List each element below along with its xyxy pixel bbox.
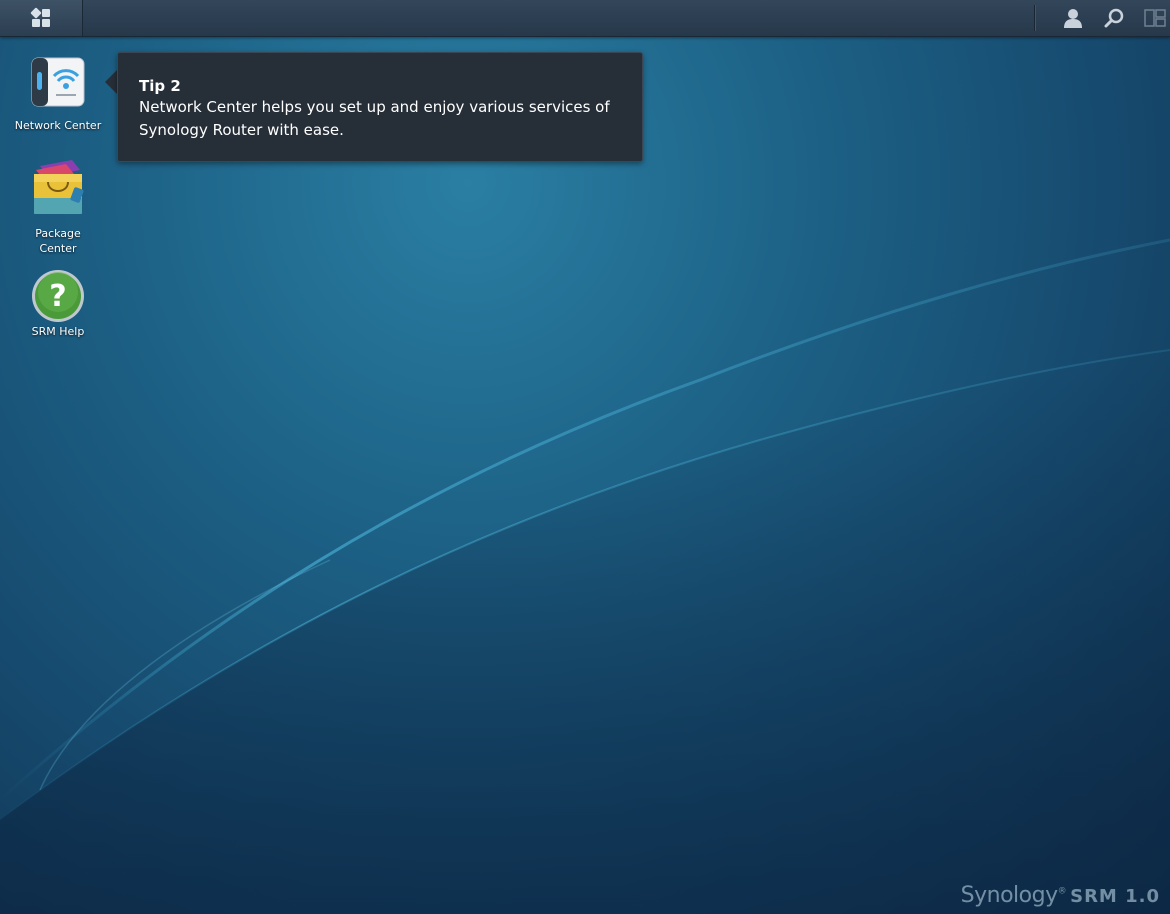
desktop-icon-label: SRM Help (31, 325, 85, 338)
desktop-icon-srm-help[interactable]: ? SRM Help (8, 266, 108, 339)
main-menu-button[interactable] (0, 0, 83, 36)
brand-logo: Synology® SRM 1.0 (961, 883, 1160, 908)
package-center-icon (26, 158, 90, 222)
tip-pointer (105, 70, 117, 94)
user-menu-button[interactable] (1058, 0, 1088, 36)
tip-text: Network Center helps you set up and enjo… (139, 98, 610, 139)
desktop-icon-network-center[interactable]: Network Center (8, 54, 108, 133)
svg-text:?: ? (49, 279, 66, 314)
widgets-icon (1144, 9, 1166, 27)
brand-trademark: ® (1057, 886, 1067, 897)
desktop[interactable]: Network Center Package Center ? SRM Help… (0, 0, 1170, 914)
brand-product: SRM 1.0 (1070, 886, 1160, 907)
desktop-icon-label: Network Center (14, 119, 102, 132)
grid-icon (30, 7, 50, 27)
taskbar-divider (1034, 5, 1036, 31)
brand-name: Synology (960, 883, 1058, 908)
search-icon (1104, 8, 1124, 28)
search-button[interactable] (1099, 0, 1129, 36)
taskbar (0, 0, 1170, 37)
user-icon (1064, 9, 1082, 28)
tip-title: Tip 2 (139, 77, 181, 95)
desktop-icon-package-center[interactable]: Package Center (8, 158, 108, 256)
desktop-icon-label: Package Center (35, 227, 81, 255)
network-center-icon (26, 54, 90, 118)
help-icon: ? (26, 266, 90, 324)
widgets-button[interactable] (1140, 0, 1170, 36)
tip-popup[interactable]: Tip 2 Network Center helps you set up an… (117, 52, 643, 162)
